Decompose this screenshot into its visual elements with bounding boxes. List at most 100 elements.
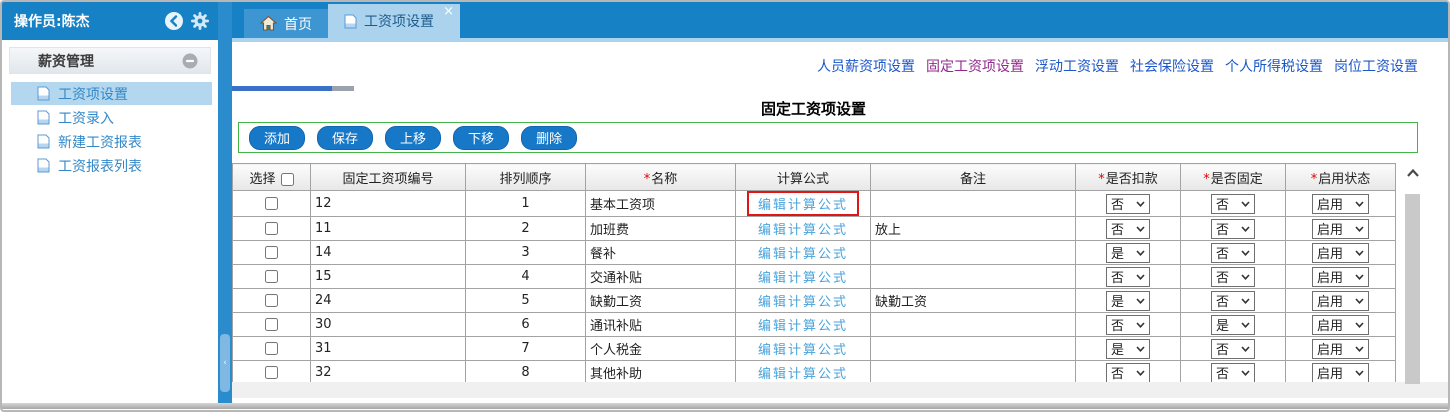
collapse-handle[interactable]: ‹ <box>220 334 230 392</box>
status-select[interactable]: 启用 <box>1312 290 1369 311</box>
settings-nav: 人员薪资项设置 固定工资项设置 浮动工资设置 社会保险设置 个人所得税设置 岗位工资设置 <box>817 56 1418 76</box>
row-remark <box>870 264 1076 289</box>
move-down-button[interactable]: 下移 <box>453 125 510 150</box>
collapse-minus-icon[interactable] <box>182 53 198 69</box>
chevron-down-icon <box>1355 321 1364 328</box>
deduct-select[interactable]: 否 <box>1106 362 1150 383</box>
deduct-select[interactable]: 否 <box>1106 314 1150 335</box>
sidebar-item[interactable]: 工资录入 <box>11 106 212 129</box>
row-checkbox[interactable] <box>265 366 278 379</box>
fixed-select[interactable]: 否 <box>1211 290 1255 311</box>
operator-label: 操作员:陈杰 <box>14 14 90 30</box>
fixed-select[interactable]: 否 <box>1211 362 1255 383</box>
deduct-select[interactable]: 否 <box>1106 218 1150 239</box>
sidebar-item[interactable]: 工资项设置 <box>11 82 212 105</box>
nav-link[interactable]: 岗位工资设置 <box>1334 56 1418 76</box>
fixed-select[interactable]: 否 <box>1211 193 1255 214</box>
fixed-select[interactable]: 否 <box>1211 218 1255 239</box>
row-checkbox[interactable] <box>265 197 278 210</box>
column-header: 选择 <box>232 163 311 191</box>
sidebar-item[interactable]: 新建工资报表 <box>11 130 212 153</box>
move-up-button[interactable]: 上移 <box>385 125 442 150</box>
nav-link[interactable]: 个人所得税设置 <box>1225 56 1323 76</box>
save-button[interactable]: 保存 <box>317 125 374 150</box>
select-all-checkbox[interactable] <box>280 172 294 186</box>
deduct-select[interactable]: 否 <box>1106 266 1150 287</box>
chevron-down-icon <box>1136 321 1145 328</box>
chevron-down-icon <box>1355 225 1364 232</box>
add-button[interactable]: 添加 <box>249 125 306 150</box>
row-name: 通讯补贴 <box>585 312 736 337</box>
row-remark: 缺勤工资 <box>870 288 1076 313</box>
required-asterisk: * <box>643 171 651 187</box>
salary-table-body: 12 1 基本工资项 编辑计算公式否否启用 11 2 加班费 编辑计算公式 放上否否启用 14 3 餐… <box>232 190 1396 385</box>
chevron-down-icon <box>1355 273 1364 280</box>
scrollbar-thumb[interactable] <box>1405 194 1420 384</box>
tab-home[interactable]: 首页 <box>244 9 328 38</box>
row-order: 7 <box>465 336 586 361</box>
panel-splitter[interactable]: ‹ <box>218 2 232 406</box>
row-item-id: 14 <box>310 240 466 265</box>
sidebar-item[interactable]: 工资报表列表 <box>11 154 212 177</box>
column-header: *启用状态 <box>1285 163 1396 191</box>
row-item-id: 24 <box>310 288 466 313</box>
status-select[interactable]: 启用 <box>1312 338 1369 359</box>
vertical-scrollbar[interactable] <box>1404 168 1422 384</box>
row-checkbox[interactable] <box>265 246 278 259</box>
deduct-select[interactable]: 否 <box>1106 193 1150 214</box>
sidebar-group-header[interactable]: 薪资管理 <box>9 47 211 74</box>
page-title: 固定工资项设置 <box>760 100 866 118</box>
close-icon[interactable]: × <box>443 5 454 18</box>
deduct-select[interactable]: 是 <box>1106 242 1150 263</box>
status-select[interactable]: 启用 <box>1312 218 1369 239</box>
nav-link[interactable]: 固定工资项设置 <box>926 56 1024 76</box>
tab-active[interactable]: 工资项设置 × <box>328 4 460 38</box>
fixed-select[interactable]: 否 <box>1211 266 1255 287</box>
row-name: 加班费 <box>585 216 736 241</box>
edit-formula-link[interactable]: 编辑计算公式 <box>758 319 848 334</box>
nav-link[interactable]: 浮动工资设置 <box>1035 56 1119 76</box>
row-checkbox[interactable] <box>265 342 278 355</box>
column-header: *名称 <box>585 163 736 191</box>
row-order: 8 <box>465 360 586 385</box>
sidebar-item-label: 工资项设置 <box>58 86 128 103</box>
row-item-id: 11 <box>310 216 466 241</box>
table-footer-area <box>232 382 1448 398</box>
status-select[interactable]: 启用 <box>1312 362 1369 383</box>
delete-button[interactable]: 删除 <box>521 125 578 150</box>
edit-formula-link[interactable]: 编辑计算公式 <box>758 271 848 286</box>
required-asterisk: * <box>1098 171 1105 187</box>
nav-link[interactable]: 社会保险设置 <box>1130 56 1214 76</box>
status-select[interactable]: 启用 <box>1312 242 1369 263</box>
nav-link[interactable]: 人员薪资项设置 <box>817 56 915 76</box>
collapse-back-icon[interactable] <box>164 11 184 31</box>
settings-gear-icon[interactable] <box>190 11 210 31</box>
fixed-select[interactable]: 是 <box>1211 314 1255 335</box>
scroll-up-icon[interactable] <box>1404 168 1422 178</box>
chevron-down-icon <box>1136 249 1145 256</box>
edit-formula-link[interactable]: 编辑计算公式 <box>758 223 848 238</box>
status-select[interactable]: 启用 <box>1312 266 1369 287</box>
row-checkbox[interactable] <box>265 222 278 235</box>
deduct-select[interactable]: 是 <box>1106 338 1150 359</box>
chevron-down-icon <box>1136 345 1145 352</box>
row-checkbox[interactable] <box>265 318 278 331</box>
row-checkbox[interactable] <box>265 294 278 307</box>
edit-formula-link[interactable]: 编辑计算公式 <box>758 247 848 262</box>
fixed-select[interactable]: 否 <box>1211 242 1255 263</box>
deduct-select[interactable]: 是 <box>1106 290 1150 311</box>
loading-bar-fill <box>232 86 332 91</box>
fixed-select[interactable]: 否 <box>1211 338 1255 359</box>
chevron-down-icon <box>1241 321 1250 328</box>
main-content: 人员薪资项设置 固定工资项设置 浮动工资设置 社会保险设置 个人所得税设置 岗位工资设置 … <box>232 42 1448 398</box>
edit-formula-link[interactable]: 编辑计算公式 <box>758 343 848 358</box>
row-checkbox[interactable] <box>265 270 278 283</box>
edit-formula-link[interactable]: 编辑计算公式 <box>758 198 848 213</box>
status-select[interactable]: 启用 <box>1312 193 1369 214</box>
edit-formula-link[interactable]: 编辑计算公式 <box>758 367 848 382</box>
column-header-label: 排列顺序 <box>499 171 552 187</box>
table-row: 32 8 其他补助 编辑计算公式 否 否 启用 <box>232 360 1396 385</box>
chevron-down-icon <box>1136 297 1145 304</box>
status-select[interactable]: 启用 <box>1312 314 1369 335</box>
edit-formula-link[interactable]: 编辑计算公式 <box>758 295 848 310</box>
